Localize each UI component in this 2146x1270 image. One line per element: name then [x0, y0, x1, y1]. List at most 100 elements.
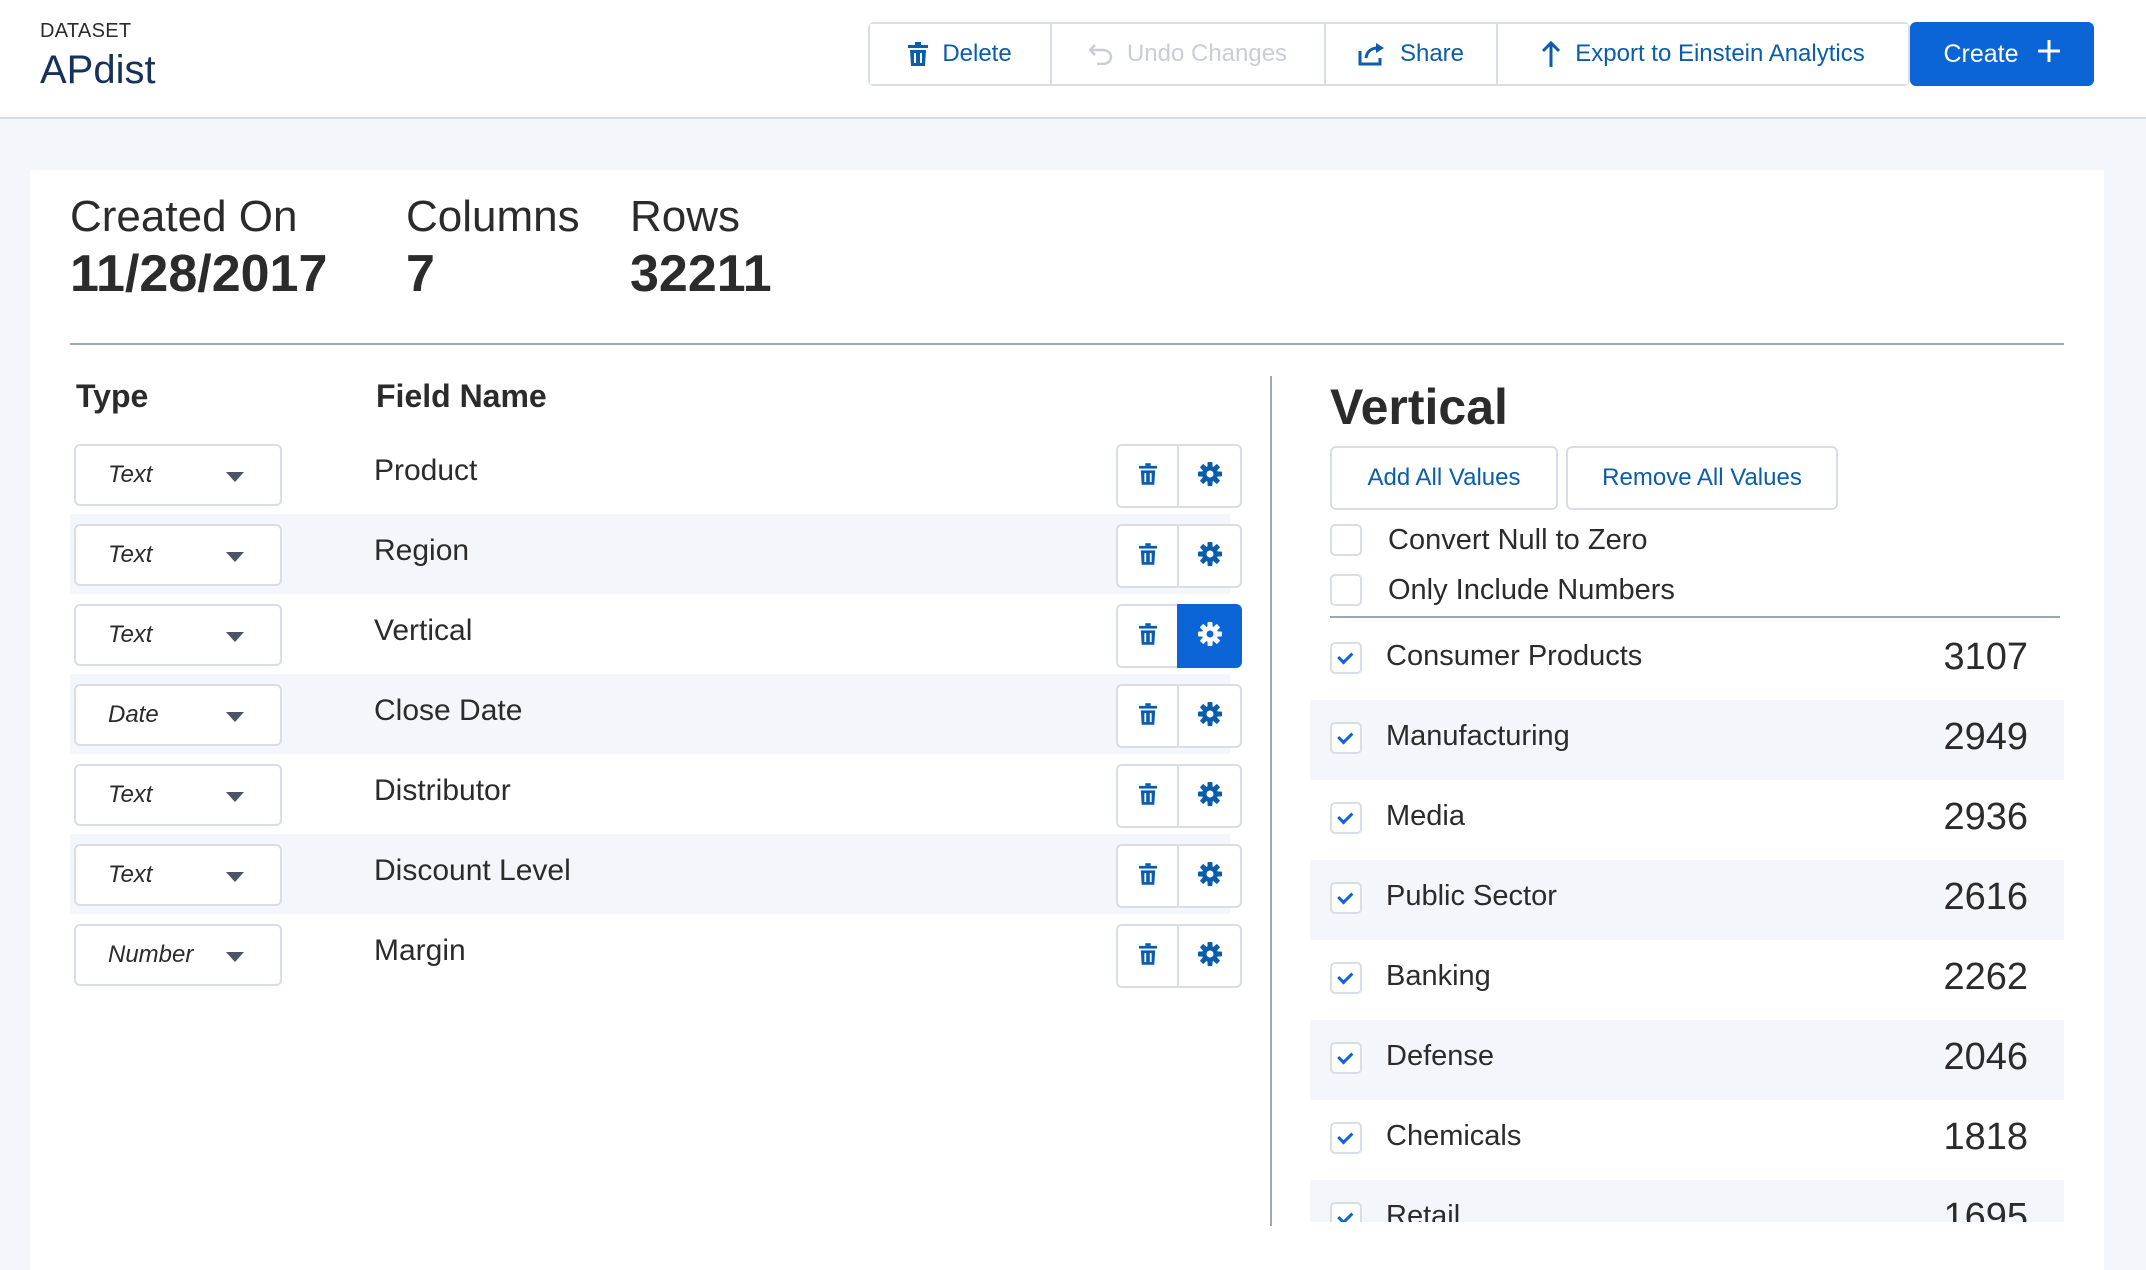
field-settings-button[interactable]: [1179, 926, 1240, 986]
share-button[interactable]: Share: [1326, 24, 1498, 84]
value-row: Chemicals 1818: [1310, 1100, 2064, 1180]
options-divider: [1330, 616, 2060, 618]
type-value: Text: [108, 461, 153, 488]
only-numbers-option: Only Include Numbers: [1330, 570, 1675, 610]
stat-created-value: 11/28/2017: [70, 245, 328, 303]
gear-icon: [1197, 861, 1223, 892]
delete-field-button[interactable]: [1118, 766, 1179, 826]
field-actions: [1116, 524, 1242, 588]
type-column-header: Type: [76, 378, 149, 414]
field-row: Number Margin: [70, 914, 1242, 994]
field-name: Vertical: [374, 614, 473, 647]
page-header: DATASET APdist Delete Undo Changes Share…: [0, 0, 2146, 119]
field-name: Margin: [374, 934, 466, 967]
only-numbers-checkbox[interactable]: [1330, 574, 1362, 606]
gear-icon: [1197, 541, 1223, 572]
values-list[interactable]: Consumer Products 3107 Manufacturing 294…: [1310, 620, 2070, 1222]
delete-button[interactable]: Delete: [870, 24, 1052, 84]
value-checkbox[interactable]: [1330, 1042, 1362, 1074]
type-value: Text: [108, 861, 153, 888]
type-value: Text: [108, 541, 153, 568]
delete-field-button[interactable]: [1118, 686, 1179, 746]
value-checkbox[interactable]: [1330, 882, 1362, 914]
field-actions: [1116, 844, 1242, 908]
value-count: 2616: [1943, 876, 2028, 918]
delete-field-button[interactable]: [1118, 526, 1179, 586]
add-all-values-button[interactable]: Add All Values: [1330, 446, 1558, 510]
stat-columns: Columns 7: [406, 192, 580, 304]
value-name: Retail: [1386, 1200, 1461, 1222]
gear-icon: [1197, 461, 1223, 492]
delete-field-button[interactable]: [1118, 846, 1179, 906]
export-label: Export to Einstein Analytics: [1575, 40, 1865, 67]
value-name: Manufacturing: [1386, 720, 1570, 752]
delete-label: Delete: [942, 40, 1012, 67]
share-label: Share: [1399, 40, 1465, 67]
field-actions: [1116, 444, 1242, 508]
field-settings-button[interactable]: [1179, 526, 1240, 586]
value-name: Public Sector: [1386, 880, 1557, 912]
value-checkbox[interactable]: [1330, 1202, 1362, 1222]
field-actions: [1116, 764, 1242, 828]
undo-changes-button[interactable]: Undo Changes: [1052, 24, 1326, 84]
remove-all-values-button[interactable]: Remove All Values: [1566, 446, 1838, 510]
value-checkbox[interactable]: [1330, 962, 1362, 994]
dataset-card: Created On 11/28/2017 Columns 7 Rows 322…: [30, 170, 2104, 1270]
value-name: Consumer Products: [1386, 640, 1643, 672]
convert-null-checkbox[interactable]: [1330, 524, 1362, 556]
stat-rows-label: Rows: [630, 192, 741, 241]
arrow-up-icon: [1541, 41, 1561, 67]
export-einstein-button[interactable]: Export to Einstein Analytics: [1498, 24, 1908, 84]
stat-rows: Rows 32211: [630, 192, 772, 304]
value-checkbox[interactable]: [1330, 1122, 1362, 1154]
dataset-title: APdist: [40, 48, 156, 92]
field-settings-button[interactable]: [1179, 446, 1240, 506]
value-name: Banking: [1386, 960, 1491, 992]
trash-icon: [1138, 542, 1157, 570]
stat-columns-value: 7: [406, 245, 435, 303]
caret-down-icon: [226, 472, 244, 482]
caret-down-icon: [226, 632, 244, 642]
caret-down-icon: [226, 712, 244, 722]
delete-field-button[interactable]: [1118, 606, 1179, 666]
field-settings-button[interactable]: [1179, 766, 1240, 826]
delete-field-button[interactable]: [1118, 926, 1179, 986]
field-name: Discount Level: [374, 854, 571, 887]
value-checkbox[interactable]: [1330, 802, 1362, 834]
field-settings-button[interactable]: [1179, 686, 1240, 746]
value-checkbox[interactable]: [1330, 722, 1362, 754]
share-icon: [1358, 42, 1386, 66]
stat-created-on: Created On 11/28/2017: [70, 192, 327, 304]
field-settings-button[interactable]: [1179, 606, 1240, 666]
gear-icon: [1197, 701, 1223, 732]
type-value: Number: [108, 941, 194, 968]
field-name: Distributor: [374, 774, 511, 807]
type-value: Text: [108, 621, 153, 648]
trash-icon: [1138, 622, 1157, 650]
stat-rows-value: 32211: [630, 245, 772, 303]
type-select[interactable]: Text: [74, 844, 282, 906]
create-button[interactable]: Create: [1910, 22, 2094, 86]
type-select[interactable]: Date: [74, 684, 282, 746]
value-count: 3107: [1943, 636, 2028, 678]
value-row: Public Sector 2616: [1310, 860, 2064, 940]
trash-icon: [1138, 462, 1157, 490]
caret-down-icon: [226, 552, 244, 562]
field-settings-button[interactable]: [1179, 846, 1240, 906]
value-checkbox[interactable]: [1330, 642, 1362, 674]
plus-icon: [2037, 39, 2061, 70]
type-select[interactable]: Text: [74, 524, 282, 586]
type-select[interactable]: Number: [74, 924, 282, 986]
type-select[interactable]: Text: [74, 444, 282, 506]
type-select[interactable]: Text: [74, 604, 282, 666]
field-actions: [1116, 604, 1242, 668]
values-panel-title: Vertical: [1330, 379, 1508, 435]
type-value: Text: [108, 781, 153, 808]
field-name: Product: [374, 454, 478, 487]
type-select[interactable]: Text: [74, 764, 282, 826]
field-name: Close Date: [374, 694, 523, 727]
value-row: Consumer Products 3107: [1310, 620, 2064, 700]
value-row: Retail 1695: [1310, 1180, 2064, 1222]
delete-field-button[interactable]: [1118, 446, 1179, 506]
trash-icon: [1138, 942, 1157, 970]
